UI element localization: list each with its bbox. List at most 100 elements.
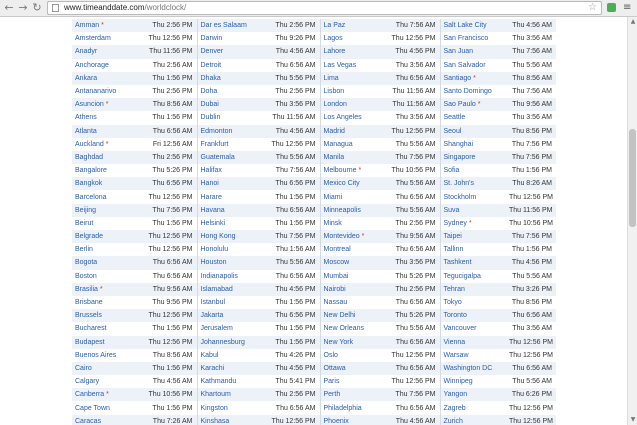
- scrollbar-thumb[interactable]: [629, 129, 636, 227]
- city-link[interactable]: Managua: [324, 141, 353, 148]
- city-link[interactable]: Doha: [201, 88, 218, 95]
- city-link[interactable]: La Paz: [324, 22, 346, 29]
- city-link[interactable]: Hanoi: [201, 180, 219, 187]
- city-link[interactable]: Montevideo: [324, 233, 360, 240]
- city-link[interactable]: Atlanta: [75, 128, 97, 135]
- city-link[interactable]: Bucharest: [75, 325, 107, 332]
- city-link[interactable]: Montreal: [324, 246, 351, 253]
- city-link[interactable]: Ottawa: [324, 365, 346, 372]
- city-link[interactable]: Tegucigalpa: [444, 273, 481, 280]
- city-link[interactable]: Beirut: [75, 220, 93, 227]
- city-link[interactable]: Brasilia: [75, 286, 98, 293]
- vertical-scrollbar[interactable]: ▲ ▼: [627, 17, 637, 425]
- city-link[interactable]: Jerusalem: [201, 325, 233, 332]
- city-link[interactable]: Zagreb: [444, 405, 466, 412]
- city-link[interactable]: Tashkent: [444, 259, 472, 266]
- city-link[interactable]: Ankara: [75, 75, 97, 82]
- city-link[interactable]: Asuncion: [75, 101, 104, 108]
- city-link[interactable]: Anchorage: [75, 62, 109, 69]
- city-link[interactable]: Vienna: [444, 339, 466, 346]
- city-link[interactable]: Jakarta: [201, 312, 224, 319]
- city-link[interactable]: Karachi: [201, 365, 225, 372]
- city-link[interactable]: Beijing: [75, 207, 96, 214]
- city-link[interactable]: Lima: [324, 75, 339, 82]
- city-link[interactable]: Warsaw: [444, 352, 469, 359]
- city-link[interactable]: Calgary: [75, 378, 99, 385]
- city-link[interactable]: Sofia: [444, 167, 460, 174]
- city-link[interactable]: Moscow: [324, 259, 350, 266]
- city-link[interactable]: Guatemala: [201, 154, 235, 161]
- menu-icon[interactable]: ≡: [623, 1, 631, 15]
- city-link[interactable]: Seoul: [444, 128, 462, 135]
- city-link[interactable]: Kingston: [201, 405, 228, 412]
- city-link[interactable]: Melbourne: [324, 167, 357, 174]
- city-link[interactable]: Baghdad: [75, 154, 103, 161]
- city-link[interactable]: Havana: [201, 207, 225, 214]
- city-link[interactable]: Athens: [75, 114, 97, 121]
- city-link[interactable]: Lagos: [324, 35, 343, 42]
- city-link[interactable]: Amman: [75, 22, 99, 29]
- city-link[interactable]: Seattle: [444, 114, 466, 121]
- city-link[interactable]: Dhaka: [201, 75, 221, 82]
- city-link[interactable]: Amsterdam: [75, 35, 111, 42]
- city-link[interactable]: Shanghai: [444, 141, 474, 148]
- city-link[interactable]: Khartoum: [201, 391, 231, 398]
- city-link[interactable]: Sao Paulo: [444, 101, 476, 108]
- city-link[interactable]: Manila: [324, 154, 345, 161]
- city-link[interactable]: Kathmandu: [201, 378, 237, 385]
- city-link[interactable]: Brussels: [75, 312, 102, 319]
- city-link[interactable]: Bogota: [75, 259, 97, 266]
- city-link[interactable]: New York: [324, 339, 354, 346]
- city-link[interactable]: Singapore: [444, 154, 476, 161]
- city-link[interactable]: Tehran: [444, 286, 465, 293]
- reload-icon[interactable]: ↻: [31, 1, 43, 15]
- city-link[interactable]: Belgrade: [75, 233, 103, 240]
- back-arrow-icon[interactable]: ←: [3, 1, 15, 15]
- forward-arrow-icon[interactable]: →: [17, 1, 29, 15]
- city-link[interactable]: Suva: [444, 207, 460, 214]
- address-bar[interactable]: www.timeanddate.com/worldclock/ ☆: [47, 1, 602, 15]
- city-link[interactable]: London: [324, 101, 347, 108]
- city-link[interactable]: Tallinn: [444, 246, 464, 253]
- city-link[interactable]: Islamabad: [201, 286, 233, 293]
- city-link[interactable]: Washington DC: [444, 365, 493, 372]
- city-link[interactable]: Perth: [324, 391, 341, 398]
- city-link[interactable]: Nairobi: [324, 286, 346, 293]
- city-link[interactable]: Kabul: [201, 352, 219, 359]
- city-link[interactable]: San Francisco: [444, 35, 489, 42]
- city-link[interactable]: Cape Town: [75, 405, 110, 412]
- city-link[interactable]: Dar es Salaam: [201, 22, 247, 29]
- city-link[interactable]: Winnipeg: [444, 378, 473, 385]
- city-link[interactable]: Caracas: [75, 418, 101, 425]
- city-link[interactable]: Darwin: [201, 35, 223, 42]
- city-link[interactable]: Helsinki: [201, 220, 226, 227]
- bookmark-star-icon[interactable]: ☆: [588, 2, 597, 14]
- city-link[interactable]: Nassau: [324, 299, 348, 306]
- city-link[interactable]: Bangalore: [75, 167, 107, 174]
- city-link[interactable]: Los Angeles: [324, 114, 362, 121]
- city-link[interactable]: Edmonton: [201, 128, 233, 135]
- city-link[interactable]: Santo Domingo: [444, 88, 492, 95]
- city-link[interactable]: Mumbai: [324, 273, 349, 280]
- city-link[interactable]: Las Vegas: [324, 62, 357, 69]
- city-link[interactable]: Buenos Aires: [75, 352, 116, 359]
- city-link[interactable]: Berlin: [75, 246, 93, 253]
- scroll-down-arrow-icon[interactable]: ▼: [629, 416, 637, 424]
- city-link[interactable]: Dublin: [201, 114, 221, 121]
- scroll-up-arrow-icon[interactable]: ▲: [629, 18, 637, 26]
- city-link[interactable]: Halifax: [201, 167, 222, 174]
- city-link[interactable]: Istanbul: [201, 299, 226, 306]
- city-link[interactable]: Kinshasa: [201, 418, 230, 425]
- city-link[interactable]: Denver: [201, 48, 224, 55]
- city-link[interactable]: Cairo: [75, 365, 92, 372]
- city-link[interactable]: San Salvador: [444, 62, 486, 69]
- city-link[interactable]: Sydney: [444, 220, 467, 227]
- city-link[interactable]: Johannesburg: [201, 339, 245, 346]
- city-link[interactable]: Detroit: [201, 62, 222, 69]
- city-link[interactable]: Paris: [324, 378, 340, 385]
- city-link[interactable]: Vancouver: [444, 325, 477, 332]
- city-link[interactable]: Tokyo: [444, 299, 462, 306]
- city-link[interactable]: Antananarivo: [75, 88, 116, 95]
- city-link[interactable]: Madrid: [324, 128, 345, 135]
- city-link[interactable]: Barcelona: [75, 194, 107, 201]
